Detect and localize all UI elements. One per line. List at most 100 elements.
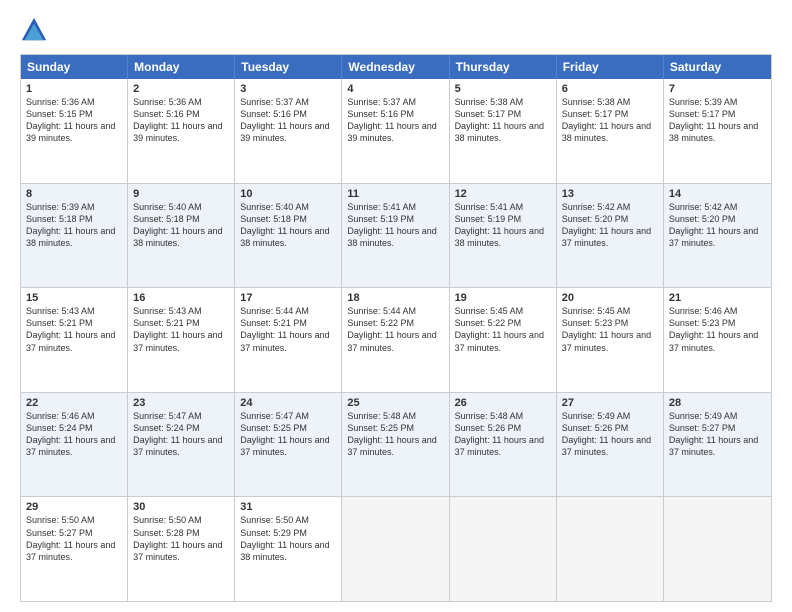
calendar-cell: 4 Sunrise: 5:37 AMSunset: 5:16 PMDaylight… bbox=[342, 79, 449, 183]
cell-info: Sunrise: 5:38 AMSunset: 5:17 PMDaylight:… bbox=[455, 97, 544, 143]
calendar-cell: 2Sunrise: 5:36 AMSunset: 5:16 PMDaylight… bbox=[128, 79, 235, 183]
cell-info: Sunrise: 5:41 AMSunset: 5:19 PMDaylight:… bbox=[347, 202, 436, 248]
calendar: SundayMondayTuesdayWednesdayThursdayFrid… bbox=[20, 54, 772, 602]
logo bbox=[20, 16, 52, 44]
calendar-cell: 3 Sunrise: 5:37 AMSunset: 5:16 PMDaylight… bbox=[235, 79, 342, 183]
logo-icon bbox=[20, 16, 48, 44]
calendar-day-header: Saturday bbox=[664, 55, 771, 79]
day-number: 30 bbox=[133, 501, 229, 513]
calendar-row: 8 Sunrise: 5:39 AMSunset: 5:18 PMDaylight… bbox=[21, 183, 771, 288]
cell-info: Sunrise: 5:39 AMSunset: 5:17 PMDaylight:… bbox=[669, 97, 758, 143]
day-number: 13 bbox=[562, 188, 658, 200]
calendar-cell: 1 Sunrise: 5:36 AMSunset: 5:15 PMDaylight… bbox=[21, 79, 128, 183]
cell-info: Sunrise: 5:43 AMSunset: 5:21 PMDaylight:… bbox=[133, 306, 222, 352]
day-number: 14 bbox=[669, 188, 766, 200]
day-number: 29 bbox=[26, 501, 122, 513]
cell-info: Sunrise: 5:37 AMSunset: 5:16 PMDaylight:… bbox=[240, 97, 329, 143]
calendar-cell: 17 Sunrise: 5:44 AMSunset: 5:21 PMDayligh… bbox=[235, 288, 342, 392]
day-number: 4 bbox=[347, 83, 443, 95]
calendar-cell: 22 Sunrise: 5:46 AMSunset: 5:24 PMDayligh… bbox=[21, 393, 128, 497]
calendar-cell: 24 Sunrise: 5:47 AMSunset: 5:25 PMDayligh… bbox=[235, 393, 342, 497]
day-number: 21 bbox=[669, 292, 766, 304]
day-number: 26 bbox=[455, 397, 551, 409]
day-number: 7 bbox=[669, 83, 766, 95]
calendar-cell: 11 Sunrise: 5:41 AMSunset: 5:19 PMDayligh… bbox=[342, 184, 449, 288]
cell-info: Sunrise: 5:42 AMSunset: 5:20 PMDaylight:… bbox=[669, 202, 758, 248]
calendar-cell: 16 Sunrise: 5:43 AMSunset: 5:21 PMDayligh… bbox=[128, 288, 235, 392]
cell-info: Sunrise: 5:41 AMSunset: 5:19 PMDaylight:… bbox=[455, 202, 544, 248]
cell-info: Sunrise: 5:42 AMSunset: 5:20 PMDaylight:… bbox=[562, 202, 651, 248]
cell-info: Sunrise: 5:46 AMSunset: 5:23 PMDaylight:… bbox=[669, 306, 758, 352]
day-number: 11 bbox=[347, 188, 443, 200]
calendar-cell: 18 Sunrise: 5:44 AMSunset: 5:22 PMDayligh… bbox=[342, 288, 449, 392]
header bbox=[20, 16, 772, 44]
day-number: 12 bbox=[455, 188, 551, 200]
cell-info: Sunrise: 5:40 AMSunset: 5:18 PMDaylight:… bbox=[133, 202, 222, 248]
cell-info: Sunrise: 5:48 AMSunset: 5:26 PMDaylight:… bbox=[455, 411, 544, 457]
day-number: 8 bbox=[26, 188, 122, 200]
day-number: 28 bbox=[669, 397, 766, 409]
day-number: 1 bbox=[26, 83, 122, 95]
calendar-row: 1 Sunrise: 5:36 AMSunset: 5:15 PMDaylight… bbox=[21, 79, 771, 183]
calendar-cell bbox=[342, 497, 449, 601]
calendar-day-header: Tuesday bbox=[235, 55, 342, 79]
calendar-cell: 25Sunrise: 5:48 AMSunset: 5:25 PMDayligh… bbox=[342, 393, 449, 497]
day-number: 6 bbox=[562, 83, 658, 95]
cell-info: Sunrise: 5:44 AMSunset: 5:21 PMDaylight:… bbox=[240, 306, 329, 352]
day-number: 10 bbox=[240, 188, 336, 200]
cell-info: Sunrise: 5:46 AMSunset: 5:24 PMDaylight:… bbox=[26, 411, 115, 457]
cell-info: Sunrise: 5:43 AMSunset: 5:21 PMDaylight:… bbox=[26, 306, 115, 352]
calendar-day-header: Wednesday bbox=[342, 55, 449, 79]
calendar-cell: 28 Sunrise: 5:49 AMSunset: 5:27 PMDayligh… bbox=[664, 393, 771, 497]
calendar-day-header: Friday bbox=[557, 55, 664, 79]
day-number: 9 bbox=[133, 188, 229, 200]
calendar-day-header: Monday bbox=[128, 55, 235, 79]
day-number: 22 bbox=[26, 397, 122, 409]
calendar-day-header: Thursday bbox=[450, 55, 557, 79]
day-number: 16 bbox=[133, 292, 229, 304]
calendar-cell: 7 Sunrise: 5:39 AMSunset: 5:17 PMDaylight… bbox=[664, 79, 771, 183]
cell-info: Sunrise: 5:50 AMSunset: 5:29 PMDaylight:… bbox=[240, 515, 329, 561]
calendar-cell: 30 Sunrise: 5:50 AMSunset: 5:28 PMDayligh… bbox=[128, 497, 235, 601]
cell-info: Sunrise: 5:45 AMSunset: 5:23 PMDaylight:… bbox=[562, 306, 651, 352]
day-number: 17 bbox=[240, 292, 336, 304]
cell-info: Sunrise: 5:50 AMSunset: 5:28 PMDaylight:… bbox=[133, 515, 222, 561]
day-number: 2 bbox=[133, 83, 229, 95]
cell-info: Sunrise: 5:37 AMSunset: 5:16 PMDaylight:… bbox=[347, 97, 436, 143]
calendar-cell: 5Sunrise: 5:38 AMSunset: 5:17 PMDaylight… bbox=[450, 79, 557, 183]
calendar-cell: 31 Sunrise: 5:50 AMSunset: 5:29 PMDayligh… bbox=[235, 497, 342, 601]
cell-info: Sunrise: 5:49 AMSunset: 5:27 PMDaylight:… bbox=[669, 411, 758, 457]
day-number: 27 bbox=[562, 397, 658, 409]
day-number: 18 bbox=[347, 292, 443, 304]
calendar-cell: 10Sunrise: 5:40 AMSunset: 5:18 PMDayligh… bbox=[235, 184, 342, 288]
cell-info: Sunrise: 5:36 AMSunset: 5:15 PMDaylight:… bbox=[26, 97, 115, 143]
calendar-cell: 6Sunrise: 5:38 AMSunset: 5:17 PMDaylight… bbox=[557, 79, 664, 183]
day-number: 24 bbox=[240, 397, 336, 409]
calendar-cell: 12 Sunrise: 5:41 AMSunset: 5:19 PMDayligh… bbox=[450, 184, 557, 288]
calendar-cell bbox=[557, 497, 664, 601]
page: SundayMondayTuesdayWednesdayThursdayFrid… bbox=[0, 0, 792, 612]
calendar-cell: 21 Sunrise: 5:46 AMSunset: 5:23 PMDayligh… bbox=[664, 288, 771, 392]
calendar-row: 22 Sunrise: 5:46 AMSunset: 5:24 PMDayligh… bbox=[21, 392, 771, 497]
calendar-cell: 29Sunrise: 5:50 AMSunset: 5:27 PMDayligh… bbox=[21, 497, 128, 601]
day-number: 3 bbox=[240, 83, 336, 95]
day-number: 19 bbox=[455, 292, 551, 304]
day-number: 23 bbox=[133, 397, 229, 409]
calendar-cell: 13 Sunrise: 5:42 AMSunset: 5:20 PMDayligh… bbox=[557, 184, 664, 288]
calendar-cell: 8 Sunrise: 5:39 AMSunset: 5:18 PMDaylight… bbox=[21, 184, 128, 288]
calendar-cell: 15 Sunrise: 5:43 AMSunset: 5:21 PMDayligh… bbox=[21, 288, 128, 392]
cell-info: Sunrise: 5:39 AMSunset: 5:18 PMDaylight:… bbox=[26, 202, 115, 248]
cell-info: Sunrise: 5:47 AMSunset: 5:24 PMDaylight:… bbox=[133, 411, 222, 457]
cell-info: Sunrise: 5:47 AMSunset: 5:25 PMDaylight:… bbox=[240, 411, 329, 457]
calendar-header: SundayMondayTuesdayWednesdayThursdayFrid… bbox=[21, 55, 771, 79]
calendar-cell bbox=[664, 497, 771, 601]
cell-info: Sunrise: 5:45 AMSunset: 5:22 PMDaylight:… bbox=[455, 306, 544, 352]
cell-info: Sunrise: 5:44 AMSunset: 5:22 PMDaylight:… bbox=[347, 306, 436, 352]
calendar-cell: 20Sunrise: 5:45 AMSunset: 5:23 PMDayligh… bbox=[557, 288, 664, 392]
calendar-cell: 27Sunrise: 5:49 AMSunset: 5:26 PMDayligh… bbox=[557, 393, 664, 497]
day-number: 15 bbox=[26, 292, 122, 304]
calendar-cell: 23 Sunrise: 5:47 AMSunset: 5:24 PMDayligh… bbox=[128, 393, 235, 497]
day-number: 31 bbox=[240, 501, 336, 513]
day-number: 25 bbox=[347, 397, 443, 409]
calendar-cell: 19 Sunrise: 5:45 AMSunset: 5:22 PMDayligh… bbox=[450, 288, 557, 392]
